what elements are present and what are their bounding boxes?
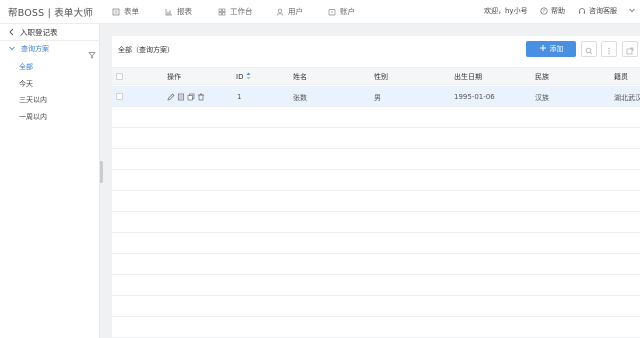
nav-form-label: 表单: [124, 7, 139, 16]
nav-account-label: 账户: [340, 7, 355, 16]
cell-id: 1: [237, 93, 242, 101]
column-header-birth[interactable]: 出生日期: [454, 72, 482, 82]
scope-label: 全部（查询方案）: [118, 46, 174, 54]
nav-workspace[interactable]: 工作台: [218, 6, 253, 17]
add-button[interactable]: 添加: [526, 41, 576, 57]
form-title: 入职登记表: [20, 28, 58, 37]
welcome-text[interactable]: 欢迎，hy小号: [484, 6, 528, 16]
chevron-left-icon: [8, 28, 15, 38]
empty-row: [112, 317, 640, 338]
column-header-id[interactable]: ID: [236, 72, 251, 82]
sort-icon: [246, 72, 251, 82]
empty-row: [112, 254, 640, 275]
sidebar-item-three-days[interactable]: 三天以内: [19, 95, 47, 105]
export-button[interactable]: [622, 41, 638, 57]
empty-row: [112, 233, 640, 254]
query-scheme-group[interactable]: 查询方案: [8, 44, 49, 54]
nav-workspace-label: 工作台: [230, 7, 253, 16]
empty-row: [112, 128, 640, 149]
cell-birth: 1995-01-06: [454, 93, 495, 101]
help-icon: ?: [540, 7, 548, 15]
splitter-handle[interactable]: [100, 161, 103, 183]
back-link[interactable]: 入职登记表: [8, 27, 58, 38]
filter-icon[interactable]: [88, 44, 96, 63]
row-actions: [167, 93, 205, 101]
column-header-ethnic[interactable]: 民族: [535, 72, 549, 82]
cell-origin: 湖北武汉: [614, 94, 640, 102]
empty-row: [112, 170, 640, 191]
sidebar: 入职登记表 查询方案 全部 今天 三天以内 一周以内: [0, 24, 100, 338]
headset-icon: [578, 7, 586, 15]
nav-user-label: 用户: [288, 7, 303, 16]
nav-form[interactable]: 表单: [112, 6, 139, 17]
nav-account[interactable]: 账户: [328, 6, 355, 17]
row-checkbox[interactable]: [116, 93, 123, 100]
chevron-down-icon: [8, 44, 16, 54]
column-header-id-label: ID: [236, 73, 244, 81]
search-button[interactable]: [581, 41, 597, 57]
chevron-down-icon[interactable]: [628, 6, 636, 14]
grid-icon: [218, 8, 226, 16]
add-button-label: 添加: [549, 45, 564, 53]
search-icon: [585, 40, 593, 59]
delete-icon[interactable]: [197, 93, 205, 101]
empty-row: [112, 296, 640, 317]
support-label: 咨询客服: [589, 7, 617, 15]
help-label: 帮助: [551, 7, 565, 15]
form-icon: [112, 8, 120, 16]
more-button[interactable]: [601, 41, 617, 57]
cell-ethnic: 汉族: [535, 94, 549, 102]
empty-row: [112, 149, 640, 170]
help-link[interactable]: ? 帮助: [540, 6, 565, 16]
query-scheme-label: 查询方案: [21, 45, 49, 53]
empty-row: [112, 275, 640, 296]
column-header-origin[interactable]: 籍贯: [614, 72, 628, 82]
export-icon: [626, 40, 634, 59]
sidebar-item-today[interactable]: 今天: [19, 79, 33, 89]
copy-icon[interactable]: [187, 93, 195, 101]
sidebar-item-all[interactable]: 全部: [19, 62, 33, 72]
empty-row: [112, 212, 640, 233]
empty-row: [112, 191, 640, 212]
plus-icon: [539, 44, 547, 54]
select-all-checkbox[interactable]: [116, 73, 123, 80]
top-bar: 帮BOSS | 表单大师 表单 报表 工作台 用户 账户 欢迎，hy小号 ? 帮…: [0, 0, 640, 24]
cell-name: 张数: [293, 94, 307, 102]
chart-icon: [165, 8, 173, 16]
account-icon: [328, 8, 336, 16]
edit-icon[interactable]: [167, 93, 175, 101]
app-brand[interactable]: 帮BOSS | 表单大师: [8, 5, 93, 19]
user-icon: [276, 8, 284, 16]
empty-row: [112, 107, 640, 128]
view-icon[interactable]: [177, 93, 185, 101]
nav-user[interactable]: 用户: [276, 6, 303, 17]
nav-report-label: 报表: [177, 7, 192, 16]
column-header-name[interactable]: 姓名: [293, 72, 307, 82]
column-header-gender[interactable]: 性别: [374, 72, 388, 82]
more-vertical-icon: [605, 40, 613, 59]
support-link[interactable]: 咨询客服: [578, 6, 617, 16]
sidebar-item-one-week[interactable]: 一周以内: [19, 112, 47, 122]
nav-report[interactable]: 报表: [165, 6, 192, 17]
cell-gender: 男: [374, 94, 381, 102]
sidebar-divider: [0, 40, 100, 41]
column-header-actions: 操作: [167, 73, 181, 81]
